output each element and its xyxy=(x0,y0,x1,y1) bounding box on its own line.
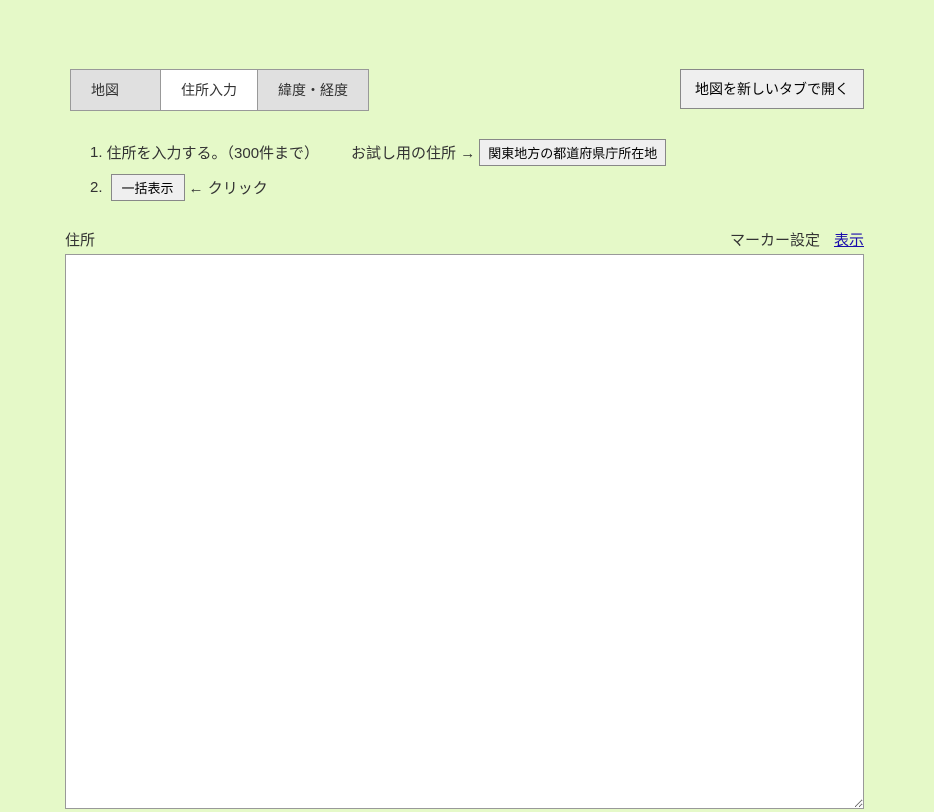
instruction-1-num: 1. xyxy=(90,144,103,161)
instruction-1-text: 住所を入力する。（300件まで） xyxy=(107,142,320,163)
tab-latlng[interactable]: 緯度・経度 xyxy=(258,70,368,110)
tab-group: 地図 住所入力 緯度・経度 xyxy=(70,69,369,111)
marker-settings-label: マーカー設定 xyxy=(730,229,820,250)
batch-display-button[interactable]: 一括表示 xyxy=(111,174,185,201)
instruction-2-num: 2. xyxy=(90,179,103,196)
show-link[interactable]: 表示 xyxy=(834,229,864,250)
address-label: 住所 xyxy=(65,229,95,250)
open-map-new-tab-button[interactable]: 地図を新しいタブで開く xyxy=(680,69,864,109)
sample-address-button[interactable]: 関東地方の都道府県庁所在地 xyxy=(479,139,666,166)
instructions-block: 1. 住所を入力する。（300件まで） お試し用の住所 → 関東地方の都道府県庁… xyxy=(0,111,934,219)
instruction-2-text: ← クリック xyxy=(189,177,268,198)
tab-map[interactable]: 地図 xyxy=(71,70,161,110)
address-textarea[interactable] xyxy=(65,254,864,809)
sample-address-label: お試し用の住所 → xyxy=(351,142,475,163)
tab-address-input[interactable]: 住所入力 xyxy=(161,70,258,110)
